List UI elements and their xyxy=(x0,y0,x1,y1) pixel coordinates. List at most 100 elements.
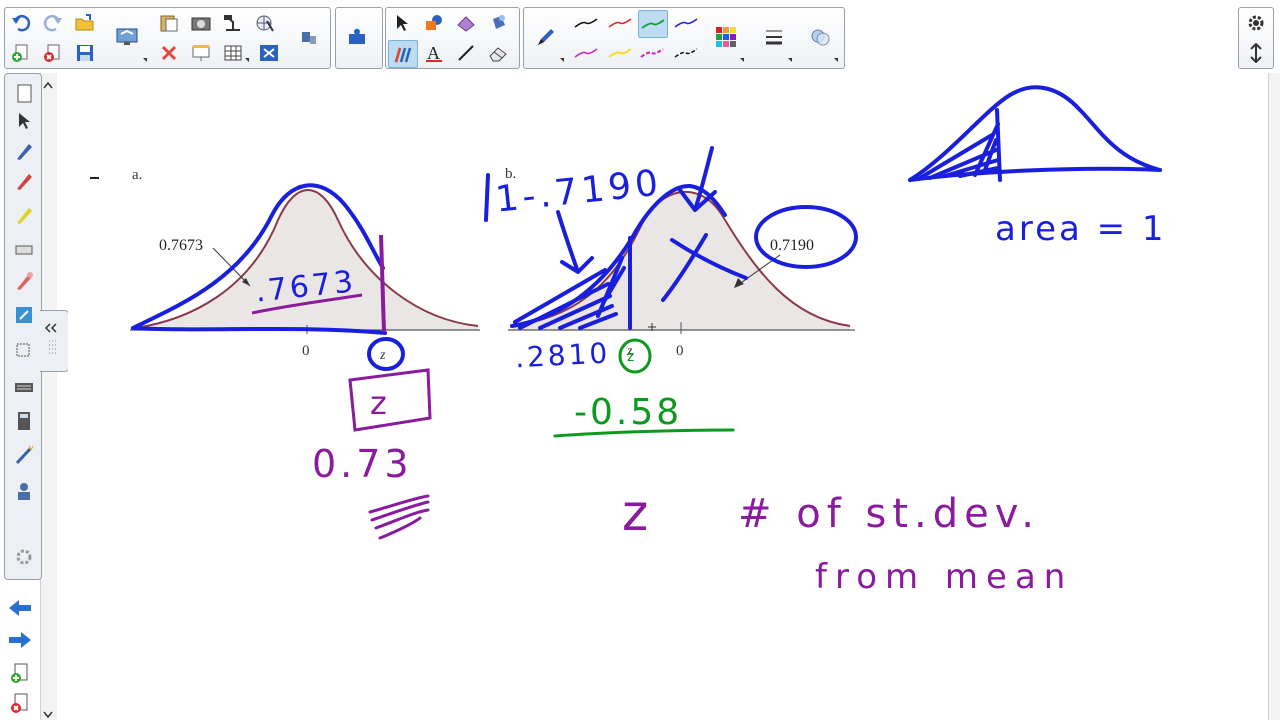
figure-a-ink-z: z xyxy=(370,384,387,422)
select-tab[interactable] xyxy=(11,108,37,134)
next-page-button[interactable] xyxy=(6,626,34,654)
line-style-button[interactable] xyxy=(760,24,788,50)
magic-pen-icon xyxy=(17,272,33,290)
magic-pen-tab[interactable] xyxy=(11,268,37,294)
add-page-icon xyxy=(11,663,28,683)
add-ons-button[interactable] xyxy=(344,24,372,50)
pen-tool-button[interactable] xyxy=(388,40,418,68)
screen-capture-button[interactable] xyxy=(187,10,215,36)
up-down-arrow-icon xyxy=(1250,43,1262,63)
tools-icon xyxy=(302,32,316,44)
table-button[interactable] xyxy=(219,40,247,66)
calculator-icon xyxy=(18,412,30,430)
calculator-tab[interactable] xyxy=(11,408,37,434)
figure-a-ink-value: 0.73 xyxy=(312,442,413,486)
dropdown-arrow-icon[interactable] xyxy=(245,58,249,62)
screen-icon xyxy=(192,45,210,61)
figure-a-printed xyxy=(90,177,480,334)
whiteboard-canvas[interactable]: a. 0.7673 0 .7673 z z 0.73 b. 0.7190 0 z… xyxy=(68,73,1268,720)
page-sorter-tab[interactable] xyxy=(11,80,37,106)
pen-style-black[interactable] xyxy=(572,10,600,36)
globe-icon xyxy=(256,15,274,32)
dropdown-arrow-icon[interactable] xyxy=(143,58,147,62)
shapes-tool-button[interactable] xyxy=(420,10,448,36)
show-hide-button[interactable] xyxy=(187,40,215,66)
save-button[interactable] xyxy=(71,40,99,66)
pen-style-yellow[interactable] xyxy=(606,40,634,66)
figure-a-label: a. xyxy=(132,167,142,183)
move-toolbar-button[interactable] xyxy=(1242,40,1270,66)
keyboard-tab[interactable] xyxy=(11,374,37,400)
figure-a-z: z xyxy=(379,348,386,363)
pen-style-blue[interactable] xyxy=(672,10,700,36)
paste-button[interactable] xyxy=(155,10,183,36)
settings-tab[interactable] xyxy=(11,544,37,570)
toolbar-group-pen-styles xyxy=(523,7,845,69)
add-page-nav-button[interactable] xyxy=(6,660,34,688)
delete-page-button[interactable] xyxy=(39,40,67,66)
eraser-tool-button[interactable] xyxy=(484,40,512,66)
pen-stroke-black-dash-icon xyxy=(674,48,698,58)
scroll-down-icon[interactable] xyxy=(43,706,53,719)
eraser-icon xyxy=(15,245,33,255)
open-file-button[interactable] xyxy=(71,10,99,36)
highlighter-icon xyxy=(17,208,32,224)
magic-wand-tab[interactable] xyxy=(11,442,37,468)
sidebar-collapse-handle[interactable] xyxy=(40,310,69,372)
main-toolbar: A xyxy=(0,0,1280,72)
delete-page-nav-button[interactable] xyxy=(6,690,34,718)
document-camera-button[interactable] xyxy=(219,10,247,36)
add-page-button[interactable] xyxy=(7,40,35,66)
fill-effects-button[interactable] xyxy=(806,24,834,50)
pen-style-black-dash[interactable] xyxy=(672,40,700,66)
pen-style-magenta[interactable] xyxy=(572,40,600,66)
pen-tab[interactable] xyxy=(11,138,37,164)
eraser-icon xyxy=(489,47,507,62)
puzzle-icon xyxy=(349,28,365,44)
pen-type-button[interactable] xyxy=(532,24,560,50)
magic-pen-tool-button[interactable] xyxy=(484,10,512,36)
redo-icon xyxy=(43,14,62,32)
pen-style-red[interactable] xyxy=(606,10,634,36)
pen-style-magenta-dash[interactable] xyxy=(638,40,666,66)
dropdown-arrow-icon[interactable] xyxy=(560,58,564,62)
redo-button[interactable] xyxy=(39,10,67,36)
fill-tool-button[interactable] xyxy=(452,10,480,36)
add-page-icon xyxy=(12,44,28,62)
pen-stroke-magenta-icon xyxy=(574,48,598,58)
screen-capture-tab[interactable] xyxy=(11,336,37,362)
creative-pen-tab[interactable] xyxy=(11,168,37,194)
gallery-globe-button[interactable] xyxy=(251,10,279,36)
highlighter-tab[interactable] xyxy=(11,202,37,228)
settings-button[interactable] xyxy=(1242,10,1270,36)
notebook-tab[interactable] xyxy=(11,302,37,328)
collapse-arrows-icon xyxy=(44,323,57,354)
color-palette-button[interactable] xyxy=(712,24,740,50)
dropdown-arrow-icon[interactable] xyxy=(834,58,838,62)
line-tool-button[interactable] xyxy=(452,40,480,66)
definition-line-1: # of st.dev. xyxy=(738,491,1040,537)
document-camera-icon xyxy=(224,15,240,31)
right-scrollbar[interactable] xyxy=(1268,73,1280,720)
arrow-right-icon xyxy=(9,632,31,648)
undo-button[interactable] xyxy=(7,10,35,36)
gallery-tools-button[interactable] xyxy=(295,24,323,50)
scroll-up-icon[interactable] xyxy=(43,76,53,89)
clear-page-button[interactable] xyxy=(155,40,183,66)
dropdown-arrow-icon[interactable] xyxy=(788,58,792,62)
figure-b-ink-z: z xyxy=(627,349,634,365)
select-tool-button[interactable] xyxy=(388,10,416,36)
page-icon xyxy=(17,84,32,103)
keyboard-icon xyxy=(15,383,33,392)
text-tool-button[interactable]: A xyxy=(420,40,448,66)
eraser-tab[interactable] xyxy=(11,236,37,262)
save-icon xyxy=(77,45,93,61)
pen-icon xyxy=(538,29,554,45)
dropdown-arrow-icon[interactable] xyxy=(740,58,744,62)
z-note: z xyxy=(622,484,648,542)
screen-shade-button[interactable] xyxy=(113,24,141,50)
previous-page-button[interactable] xyxy=(6,594,34,622)
pen-style-green[interactable] xyxy=(638,10,668,38)
user-tab[interactable] xyxy=(11,478,37,504)
properties-button[interactable] xyxy=(255,40,283,66)
